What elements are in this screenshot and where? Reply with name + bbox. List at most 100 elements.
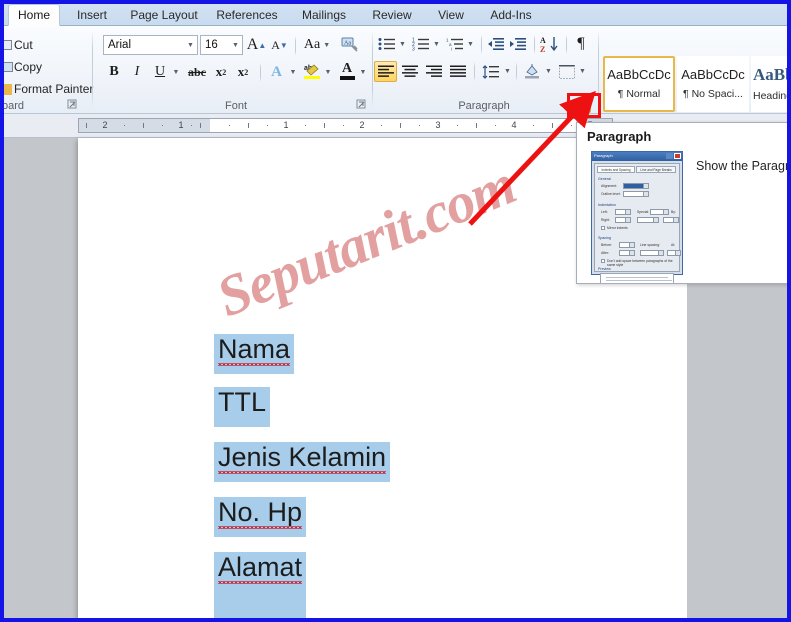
change-case-label: Aa — [303, 37, 321, 52]
watermark-text: Seputarit.com — [208, 153, 524, 330]
paragraph-dialog-thumbnail: Paragraph Indents and Spacing Line and P… — [591, 151, 683, 283]
horizontal-ruler[interactable]: 2 1 1 2 3 4 5 — [78, 118, 613, 133]
tab-view[interactable]: View — [426, 4, 476, 26]
word-window: Home Insert Page Layout References Maili… — [0, 0, 791, 622]
svg-text:A: A — [540, 36, 546, 45]
thumb-titlebar: Paragraph — [592, 152, 682, 161]
font-color-button[interactable]: A — [336, 59, 358, 82]
shading-icon[interactable] — [520, 61, 544, 82]
grow-font-label: A — [246, 36, 259, 53]
tab-references[interactable]: References — [208, 4, 286, 26]
text-highlight-dropdown[interactable]: ▼ — [322, 62, 334, 82]
font-size-combo[interactable]: 16 ▼ — [200, 35, 243, 55]
tab-page-layout[interactable]: Page Layout — [122, 4, 206, 26]
tab-review[interactable]: Review — [362, 4, 422, 26]
thumb-field-at — [667, 250, 681, 256]
line-spacing-icon[interactable] — [479, 61, 503, 82]
text-highlight-button[interactable]: ab — [301, 60, 323, 82]
sort-icon[interactable]: A Z — [538, 33, 562, 55]
doc-line-no-hp[interactable]: No. Hp — [214, 497, 307, 537]
thumb-section-general: General — [598, 177, 611, 181]
thumb-body: Indents and Spacing Line and Page Breaks… — [594, 163, 681, 283]
text-effects-dropdown[interactable]: ▼ — [287, 62, 299, 82]
tab-insert[interactable]: Insert — [64, 4, 120, 26]
thumb-field-right — [615, 217, 631, 223]
multilevel-list-dropdown[interactable]: ▼ — [465, 34, 476, 54]
copy-button[interactable]: Copy — [14, 60, 42, 74]
thumb-label: After: — [601, 251, 610, 255]
style-name: Heading — [753, 89, 791, 102]
group-separator — [372, 30, 373, 108]
show-formatting-marks-button[interactable]: ¶ — [570, 33, 592, 54]
clipboard-dialog-launcher[interactable] — [66, 98, 79, 111]
change-case-button[interactable]: Aa ▼ — [301, 35, 333, 55]
cut-button[interactable]: Cut — [14, 38, 33, 52]
bold-button[interactable]: B — [104, 62, 124, 82]
style-heading[interactable]: AaBb Heading — [751, 56, 791, 112]
doc-line-ttl[interactable]: TTL — [214, 387, 271, 427]
thumb-label: Alignment: — [601, 184, 618, 188]
borders-icon[interactable] — [556, 61, 578, 82]
svg-text:Z: Z — [540, 45, 545, 53]
thumb-label: Before: — [601, 243, 612, 247]
style-name: ¶ Normal — [617, 87, 661, 100]
text-effects-button[interactable]: A — [266, 62, 287, 82]
mini-separator — [474, 62, 475, 81]
align-left-icon[interactable] — [374, 61, 397, 82]
thumb-preview-box — [600, 273, 674, 283]
tab-add-ins[interactable]: Add-Ins — [480, 4, 542, 26]
thumb-label: Left: — [601, 210, 608, 214]
multilevel-list-icon[interactable]: 1ai — [444, 34, 466, 54]
font-dialog-launcher[interactable] — [355, 98, 368, 111]
cut-icon — [4, 40, 12, 50]
superscript-button[interactable]: x2 — [233, 62, 253, 82]
numbering-dropdown[interactable]: ▼ — [431, 34, 442, 54]
bullets-dropdown[interactable]: ▼ — [397, 34, 408, 54]
thumb-label: Don't add space between paragraphs of th… — [607, 259, 673, 267]
borders-dropdown[interactable]: ▼ — [577, 61, 588, 82]
align-right-icon[interactable] — [422, 61, 445, 82]
font-name-combo[interactable]: Arial ▼ — [103, 35, 198, 55]
decrease-indent-icon[interactable] — [485, 34, 507, 54]
format-painter-button[interactable]: Format Painter — [14, 82, 93, 96]
style-no-spacing[interactable]: AaBbCcDc ¶ No Spaci... — [677, 56, 749, 112]
grow-font-button[interactable]: A ▲ — [246, 35, 267, 55]
font-color-dropdown[interactable]: ▼ — [357, 62, 369, 82]
thumb-label: Outline level: — [601, 192, 621, 196]
ruler-number: 2 — [359, 120, 365, 130]
numbering-icon[interactable]: 123 — [410, 34, 432, 54]
tab-mailings[interactable]: Mailings — [290, 4, 358, 26]
mini-separator — [516, 62, 517, 81]
shading-dropdown[interactable]: ▼ — [543, 61, 554, 82]
bullets-icon[interactable] — [376, 34, 398, 54]
clear-formatting-icon[interactable]: Aa — [338, 35, 362, 55]
font-color-swatch — [339, 75, 355, 80]
align-center-icon[interactable] — [398, 61, 421, 82]
thumb-label: Right: — [601, 218, 610, 222]
thumb-field-before — [619, 242, 635, 248]
underline-button[interactable]: U — [150, 62, 170, 82]
clipboard-group-label: oard — [2, 100, 25, 112]
shrink-font-button[interactable]: A ▼ — [269, 35, 290, 55]
style-normal[interactable]: AaBbCcDc ¶ Normal — [603, 56, 675, 112]
thumb-field-outline — [623, 191, 649, 197]
tab-home[interactable]: Home — [8, 4, 60, 26]
thumb-section-spacing: Spacing — [598, 236, 611, 240]
doc-line-text: Nama — [218, 334, 291, 364]
justify-icon[interactable] — [446, 61, 469, 82]
increase-indent-icon[interactable] — [507, 34, 529, 54]
thumb-field-alignment — [623, 183, 649, 189]
tooltip-title: Paragraph — [587, 129, 652, 144]
superscript-digit: 2 — [244, 67, 249, 77]
line-spacing-dropdown[interactable]: ▼ — [502, 61, 513, 82]
doc-line-alamat[interactable]: Alamat — [214, 552, 307, 618]
italic-button[interactable]: I — [127, 62, 147, 82]
shrink-font-label: A — [271, 37, 280, 52]
doc-line-nama[interactable]: Nama — [214, 334, 295, 374]
strikethrough-button[interactable]: abc — [185, 62, 209, 82]
subscript-button[interactable]: x2 — [211, 62, 231, 82]
close-icon — [674, 153, 681, 159]
doc-line-jenis-kelamin[interactable]: Jenis Kelamin — [214, 442, 391, 482]
underline-dropdown[interactable]: ▼ — [170, 62, 182, 82]
chevron-down-icon: ▼ — [232, 41, 239, 49]
